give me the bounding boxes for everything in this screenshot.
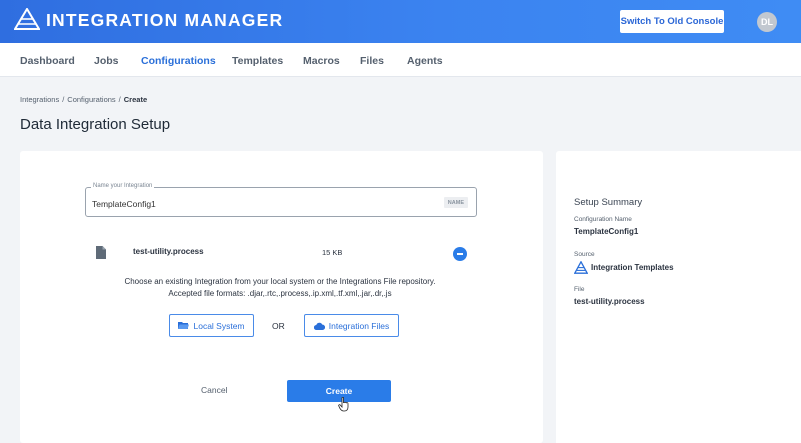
setup-summary-panel: Setup Summary Configuration Name Templat… <box>556 151 801 443</box>
nav-item-jobs[interactable]: Jobs <box>94 55 119 67</box>
minus-circle-icon <box>457 253 463 255</box>
nav-item-configurations[interactable]: Configurations <box>141 55 216 67</box>
source-value: Integration Templates <box>591 263 674 272</box>
top-header: INTEGRATION MANAGER Switch To Old Consol… <box>0 0 801 43</box>
breadcrumb-separator: / <box>62 95 65 104</box>
configuration-name-label: Configuration Name <box>574 216 632 223</box>
cancel-button[interactable]: Cancel <box>201 385 227 395</box>
folder-icon <box>178 322 190 329</box>
integration-logo-icon[interactable] <box>14 8 40 30</box>
nav-item-files[interactable]: Files <box>360 55 384 67</box>
nav-item-templates[interactable]: Templates <box>232 55 283 67</box>
app-brand-title[interactable]: INTEGRATION MANAGER <box>46 10 283 31</box>
switch-to-old-console-button[interactable]: Switch To Old Console <box>620 10 724 33</box>
local-system-label: Local System <box>193 320 245 331</box>
breadcrumb-configurations[interactable]: Configurations <box>67 95 115 104</box>
file-label: File <box>574 286 585 293</box>
accepted-formats: Accepted file formats: .djar,.rtc,.proce… <box>168 289 392 298</box>
page-title: Data Integration Setup <box>20 116 171 133</box>
selected-file-name: test-utility.process <box>133 247 204 256</box>
helper-line-1: Choose an existing Integration from your… <box>124 277 436 286</box>
remove-file-button[interactable] <box>453 247 467 261</box>
setup-summary-title: Setup Summary <box>574 197 643 208</box>
integration-files-label: Integration Files <box>328 320 390 331</box>
local-system-button[interactable]: Local System <box>169 314 254 337</box>
nav-item-dashboard[interactable]: Dashboard <box>20 55 75 67</box>
cloud-icon <box>313 322 325 330</box>
breadcrumb-create: Create <box>123 95 148 104</box>
integration-name-field[interactable]: Name your Integration TemplateConfig1 NA… <box>85 183 477 217</box>
configuration-name-value: TemplateConfig1 <box>574 227 639 236</box>
integration-name-value[interactable]: TemplateConfig1 <box>92 199 156 209</box>
nav-item-agents[interactable]: Agents <box>407 55 443 67</box>
or-separator: OR <box>272 321 285 331</box>
breadcrumb-integrations[interactable]: Integrations <box>20 95 59 104</box>
name-badge: NAME <box>443 197 468 208</box>
hand-cursor-icon <box>338 397 349 412</box>
integration-files-button[interactable]: Integration Files <box>304 314 399 337</box>
nav-item-macros[interactable]: Macros <box>303 55 340 67</box>
file-helper-text: Choose an existing Integration from your… <box>80 276 480 300</box>
integration-logo-icon <box>574 261 588 274</box>
breadcrumb-separator: / <box>118 95 121 104</box>
file-value: test-utility.process <box>574 297 645 306</box>
main-nav: Dashboard Jobs Configurations Templates … <box>0 43 801 77</box>
document-icon <box>96 246 106 259</box>
integration-name-label: Name your Integration <box>91 183 155 189</box>
user-avatar[interactable]: DL <box>757 12 777 32</box>
integration-setup-card: Name your Integration TemplateConfig1 NA… <box>20 151 543 443</box>
selected-file-size: 15 KB <box>322 248 343 257</box>
source-label: Source <box>574 251 595 258</box>
breadcrumb: Integrations / Configurations / Create <box>20 95 147 104</box>
